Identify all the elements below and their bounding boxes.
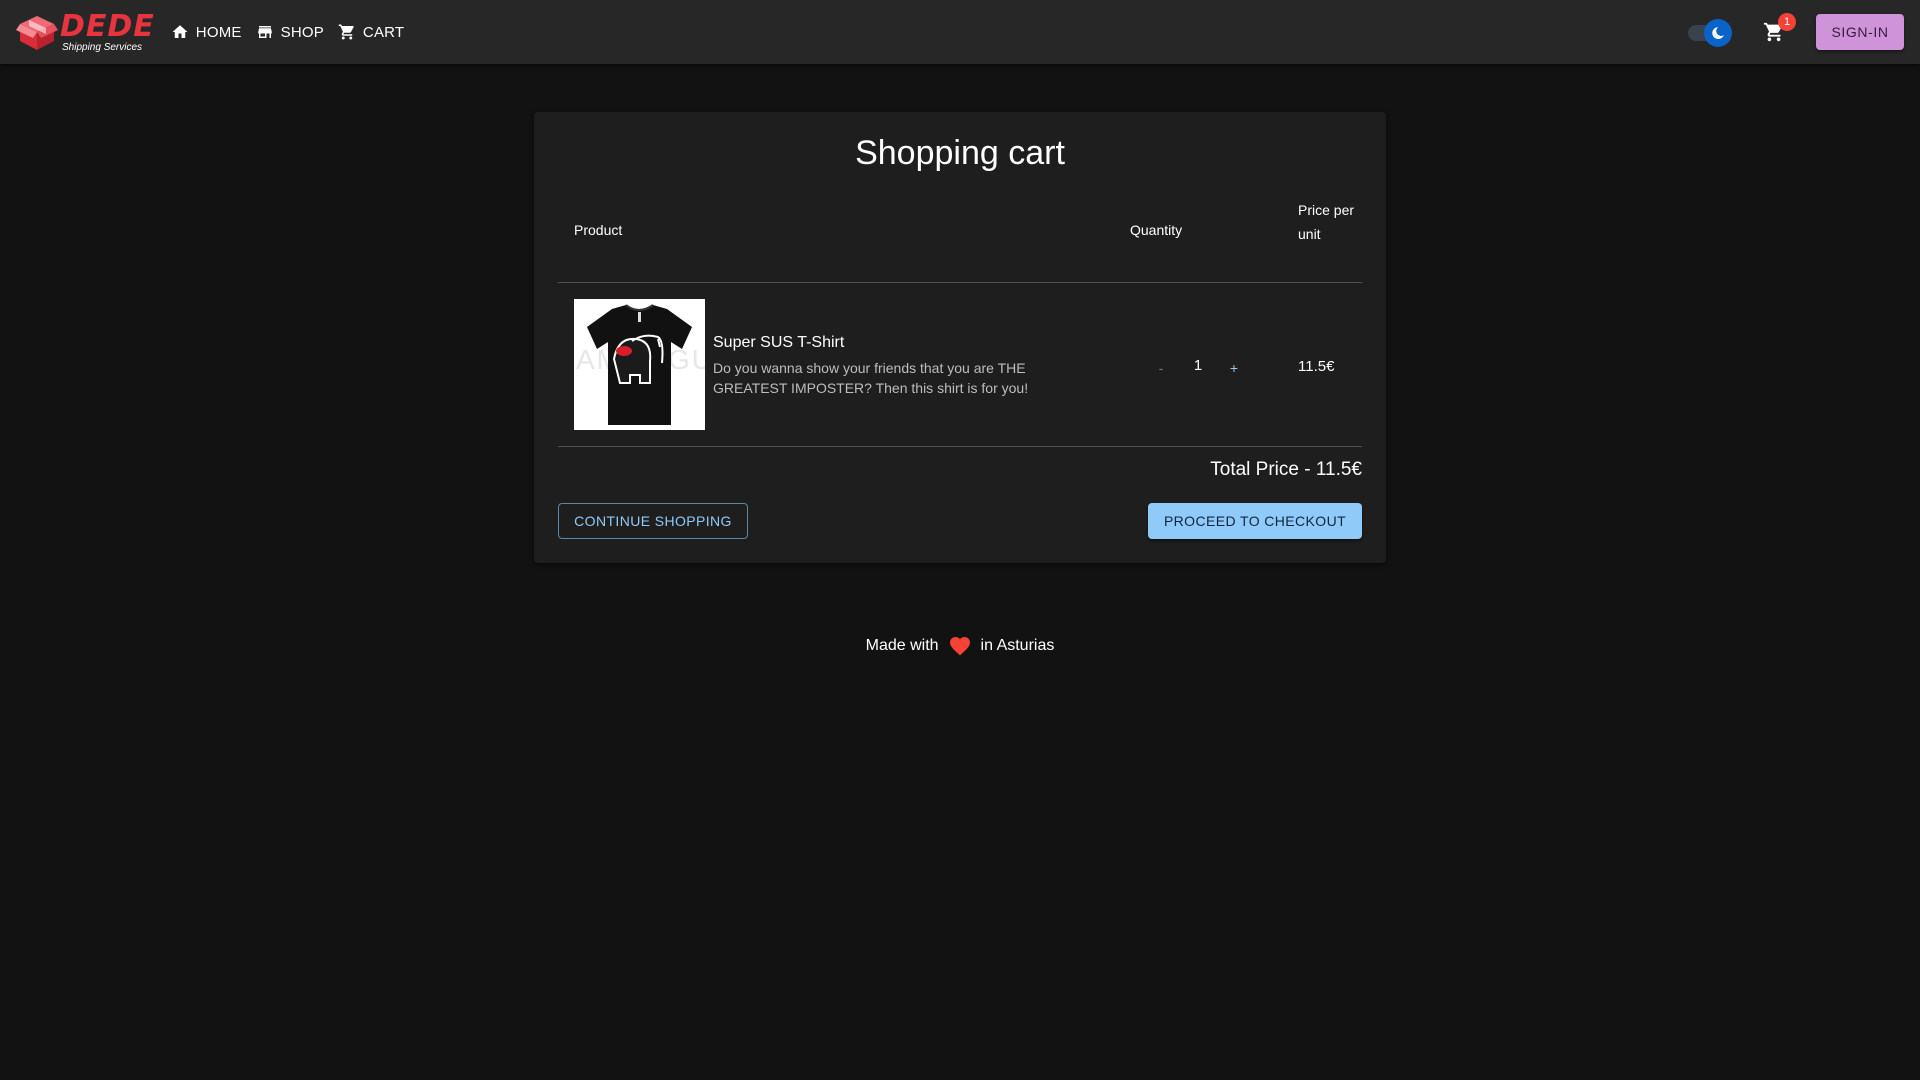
cart-icon — [338, 24, 354, 40]
cart-count-badge: 1 — [1778, 13, 1796, 31]
nav-shop-label: SHOP — [280, 23, 324, 41]
brand-title: DEDE — [60, 8, 155, 44]
decrease-quantity-button[interactable]: - — [1149, 356, 1173, 380]
column-header-price: Price per unit — [1298, 202, 1355, 242]
theme-toggle[interactable] — [1684, 16, 1736, 48]
brand-subtitle: Shipping Services — [62, 41, 143, 53]
moon-icon — [1712, 27, 1724, 40]
table-divider — [558, 446, 1362, 447]
theme-toggle-thumb — [1704, 19, 1732, 47]
heart-icon — [948, 634, 972, 658]
table-divider — [558, 282, 1362, 283]
product-description: Do you wanna show your friends that you … — [713, 360, 1029, 396]
increase-quantity-button[interactable]: + — [1222, 356, 1246, 380]
column-header-product: Product — [574, 222, 623, 238]
shopping-cart-card: Shopping cart Product Quantity Price per… — [534, 112, 1386, 563]
store-icon — [257, 26, 272, 38]
quantity-value: 1 — [1193, 357, 1203, 374]
product-name[interactable]: Super SUS T-Shirt — [713, 334, 844, 352]
home-icon — [172, 25, 188, 38]
appbar-actions: 1 SIGN-IN — [1684, 12, 1904, 52]
unit-price: 11.5€ — [1298, 358, 1335, 375]
nav-cart[interactable]: CART — [332, 14, 410, 50]
nav-home-label: HOME — [195, 23, 242, 41]
footer: Made with in Asturias — [0, 634, 1920, 658]
product-image[interactable]: AMONGUS — [574, 299, 705, 430]
tshirt-image: AMONGUS — [574, 299, 705, 430]
column-header-quantity: Quantity — [1130, 222, 1183, 238]
footer-suffix: in Asturias — [980, 637, 1055, 654]
footer-prefix: Made with — [865, 637, 939, 654]
sign-in-button[interactable]: SIGN-IN — [1816, 14, 1904, 50]
nav-home[interactable]: HOME — [165, 14, 248, 50]
page-title: Shopping cart — [855, 134, 1065, 172]
nav-cart-label: CART — [362, 23, 405, 41]
header-cart-button[interactable]: 1 — [1754, 12, 1796, 52]
box-logo-icon — [16, 16, 58, 50]
brand-text: DEDE Shipping Services — [60, 8, 155, 53]
nav-shop[interactable]: SHOP — [250, 14, 330, 50]
total-price: Total Price - 11.5€ — [1210, 459, 1362, 480]
continue-shopping-button[interactable]: CONTINUE SHOPPING — [558, 503, 748, 539]
app-bar: DEDE Shipping Services HOME SHOP CART 1 … — [0, 0, 1920, 64]
brand-logo[interactable]: DEDE Shipping Services — [16, 0, 155, 64]
proceed-to-checkout-button[interactable]: PROCEED TO CHECKOUT — [1148, 503, 1362, 539]
